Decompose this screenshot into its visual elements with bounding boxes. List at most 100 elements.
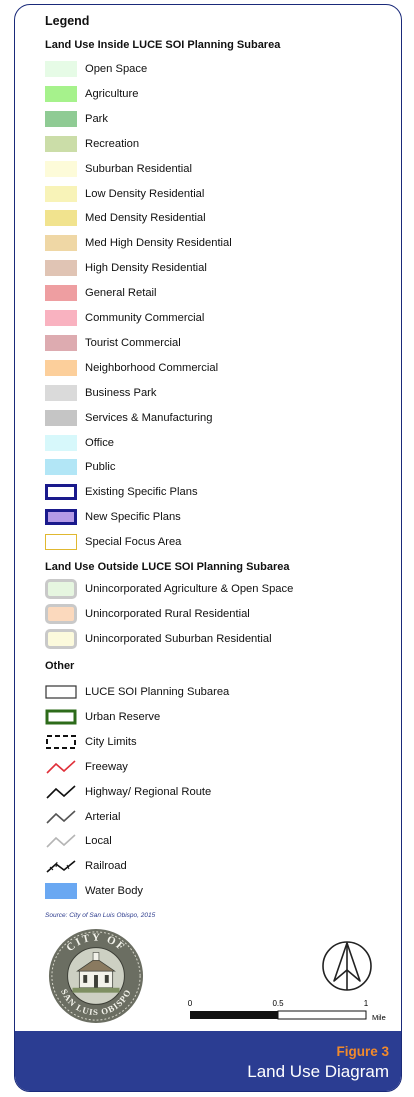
water-swatch <box>45 883 77 900</box>
gray-line-icon <box>46 809 76 824</box>
legend-label: Recreation <box>85 137 140 150</box>
legend-label: Community Commercial <box>85 312 205 324</box>
color-swatch <box>45 509 77 526</box>
color-swatch <box>45 359 77 376</box>
color-swatch <box>45 579 77 599</box>
legend-item-freeway: Freeway <box>45 755 128 779</box>
legend-item-public: Public <box>45 455 115 479</box>
railroad-icon <box>46 860 76 873</box>
legend-label: Services & Manufacturing <box>85 411 213 424</box>
legend-item-suburban-residential: Suburban Residential <box>45 157 192 181</box>
green-rect-icon <box>45 709 77 725</box>
legend-item-luce-soi-planning-subarea: LUCE SOI Planning Subarea <box>45 680 229 704</box>
legend-label: Water Body <box>85 885 144 898</box>
color-swatch <box>45 384 77 401</box>
legend-item-unincorporated-rural-residential: Unincorporated Rural Residential <box>45 602 250 626</box>
color-swatch <box>45 135 77 152</box>
source-note: Source: City of San Luis Obispo, 2015 <box>45 912 156 919</box>
outline-rect-icon <box>45 685 77 699</box>
legend-item-med-density-residential: Med Density Residential <box>45 206 206 230</box>
legend-label: Park <box>85 112 109 125</box>
legend-label: Railroad <box>85 860 127 873</box>
legend-label: Tourist Commercial <box>85 336 181 349</box>
scale-tick-05: 0.5 <box>272 999 284 1008</box>
legend-label: Unincorporated Suburban Residential <box>85 633 272 645</box>
color-swatch <box>45 629 77 649</box>
figure-banner: Figure 3 Land Use Diagram <box>15 1031 401 1091</box>
color-swatch <box>45 235 77 252</box>
color-swatch <box>45 260 77 277</box>
legend-item-services-manufacturing: Services & Manufacturing <box>45 406 212 430</box>
color-swatch <box>45 285 77 302</box>
scale-tick-0: 0 <box>188 999 193 1008</box>
legend-item-neighborhood-commercial: Neighborhood Commercial <box>45 356 218 380</box>
figure-number: Figure 3 <box>336 1044 389 1059</box>
legend-label: Freeway <box>85 760 128 773</box>
legend-item-highway-regional-route: Highway/ Regional Route <box>45 780 211 804</box>
legend-item-unincorporated-suburban-residential: Unincorporated Suburban Residential <box>45 627 272 651</box>
legend-label: Arterial <box>85 810 121 823</box>
legend-label: Unincorporated Agriculture & Open Space <box>85 583 294 595</box>
legend-title: Legend <box>45 14 90 28</box>
legend-label: Agriculture <box>85 87 139 100</box>
red-line-icon <box>46 760 76 774</box>
legend-label: Low Density Residential <box>85 187 205 200</box>
legend-label: New Specific Plans <box>85 511 181 524</box>
legend-item-med-high-density-residential: Med High Density Residential <box>45 231 232 255</box>
lightgray-line-icon <box>46 834 76 848</box>
legend-item-agriculture: Agriculture <box>45 82 138 106</box>
legend-label: Office <box>85 436 115 449</box>
color-swatch <box>45 604 77 624</box>
outside-heading: Land Use Outside LUCE SOI Planning Subar… <box>45 561 290 573</box>
figure-title: Land Use Diagram <box>247 1062 389 1081</box>
scale-bar: 0 0.5 1 Mile <box>188 999 386 1022</box>
legend-label: Med High Density Residential <box>85 237 232 250</box>
legend-item-office: Office <box>45 431 114 455</box>
legend-label: High Density Residential <box>85 262 207 275</box>
other-heading: Other <box>45 660 75 672</box>
legend-label: LUCE SOI Planning Subarea <box>85 686 230 698</box>
legend-item-existing-specific-plans: Existing Specific Plans <box>45 480 198 504</box>
color-swatch <box>45 61 77 77</box>
legend-item-urban-reserve: Urban Reserve <box>45 705 160 729</box>
scale-unit: Mile <box>372 1013 386 1022</box>
legend-item-city-limits: City Limits <box>45 730 137 754</box>
legend-item-arterial: Arterial <box>45 805 120 829</box>
color-swatch <box>45 334 77 351</box>
legend-label: Existing Specific Plans <box>85 486 198 499</box>
legend-label: Neighborhood Commercial <box>85 361 219 374</box>
legend-label: Special Focus Area <box>85 536 182 549</box>
legend-item-recreation: Recreation <box>45 132 139 156</box>
legend-item-tourist-commercial: Tourist Commercial <box>45 331 181 355</box>
color-swatch <box>45 85 77 102</box>
legend-item-high-density-residential: High Density Residential <box>45 256 207 280</box>
legend-label: Unincorporated Rural Residential <box>85 608 250 620</box>
legend-label: Open Space <box>85 63 148 75</box>
north-arrow-icon <box>322 941 372 991</box>
legend-label: Public <box>85 461 116 474</box>
legend-item-unincorporated-agriculture-open-space: Unincorporated Agriculture & Open Space <box>45 577 293 601</box>
color-swatch <box>45 160 77 177</box>
inside-heading: Land Use Inside LUCE SOI Planning Subare… <box>45 39 281 51</box>
dashed-rect-icon <box>46 734 76 749</box>
legend-item-park: Park <box>45 107 108 131</box>
color-swatch <box>45 409 77 426</box>
color-swatch <box>45 210 77 227</box>
legend-item-low-density-residential: Low Density Residential <box>45 182 204 206</box>
legend-label: Suburban Residential <box>85 162 192 175</box>
legend-label: General Retail <box>85 287 157 300</box>
legend-item-business-park: Business Park <box>45 381 157 405</box>
legend-item-railroad: Railroad <box>45 854 127 878</box>
legend-item-new-specific-plans: New Specific Plans <box>45 505 181 529</box>
legend-label: Local <box>85 835 112 848</box>
legend-item-general-retail: General Retail <box>45 281 157 305</box>
city-seal-icon: CITY OF SAN LUIS OBISPO <box>48 928 144 1024</box>
legend-label: Business Park <box>85 386 157 399</box>
legend-item-open-space: Open Space <box>45 57 147 81</box>
legend-item-special-focus-area: Special Focus Area <box>45 530 181 554</box>
color-swatch <box>45 110 77 127</box>
legend-label: Urban Reserve <box>85 710 161 723</box>
scale-tick-1: 1 <box>364 999 369 1008</box>
color-swatch <box>45 534 77 551</box>
color-swatch <box>45 434 77 451</box>
